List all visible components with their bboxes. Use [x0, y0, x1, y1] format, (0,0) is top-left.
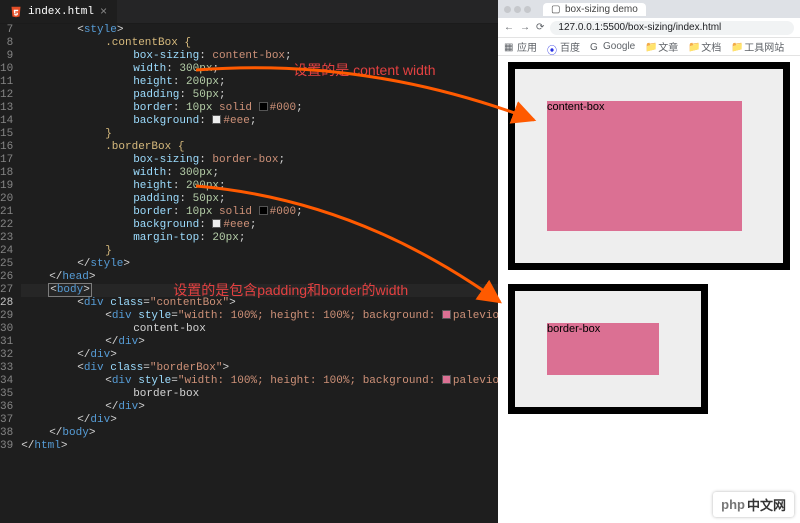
browser-toolbar: ← → ⟳ 127.0.0.1:5500/box-sizing/index.ht… [498, 18, 800, 38]
url-text: 127.0.0.1:5500/box-sizing/index.html [558, 22, 721, 33]
rendered-border-box: border-box [508, 284, 708, 414]
bookmark-wendang[interactable]: 📁 文档 [688, 39, 721, 54]
nav-forward-button[interactable]: → [520, 22, 530, 33]
bookmarks-bar: ▦ 应用 ⦿ 百度 G Google 📁 文章 📁 文档 📁 工具网站 [498, 38, 800, 56]
border-box-label: border-box [547, 323, 659, 375]
close-icon[interactable]: × [100, 5, 107, 19]
folder-icon: 📁 [645, 42, 655, 52]
tab-favicon: ▢ [551, 4, 561, 14]
browser-titlebar: ▢ box-sizing demo [498, 0, 800, 18]
browser-tab[interactable]: ▢ box-sizing demo [543, 3, 646, 16]
browser-viewport: content-box border-box [498, 56, 800, 523]
color-swatch-black [259, 102, 268, 111]
window-controls[interactable] [504, 6, 531, 13]
watermark-badge: php 中文网 [713, 492, 794, 517]
color-swatch-eee [212, 219, 221, 228]
apps-icon: ▦ [504, 42, 514, 52]
bookmark-apps[interactable]: ▦ 应用 [504, 39, 537, 54]
annotation-content-width: 设置的是 content width [293, 64, 435, 77]
folder-icon: 📁 [731, 42, 741, 52]
nav-reload-button[interactable]: ⟳ [536, 22, 544, 33]
watermark-left: php [721, 497, 745, 512]
bookmark-baidu[interactable]: ⦿ 百度 [547, 39, 580, 54]
editor-tab-bar: index.html × [0, 0, 498, 24]
selector-contentbox: .contentBox { [105, 37, 191, 49]
browser-tab-title: box-sizing demo [565, 4, 638, 15]
color-swatch-black [259, 206, 268, 215]
code-content[interactable]: <style> .contentBox { box-sizing: conten… [21, 24, 552, 523]
editor-tab-label: index.html [28, 6, 94, 18]
line-numbers-gutter: 789101112 131415161718 192021222324 2526… [0, 24, 21, 523]
folder-icon: 📁 [688, 42, 698, 52]
color-swatch-eee [212, 115, 221, 124]
selector-borderbox: .borderBox { [105, 141, 184, 153]
nav-back-button[interactable]: ← [504, 22, 514, 33]
rendered-content-box: content-box [508, 62, 790, 270]
browser-window: ▢ box-sizing demo ← → ⟳ 127.0.0.1:5500/b… [498, 0, 800, 523]
bookmark-tools[interactable]: 📁 工具网站 [731, 39, 784, 54]
editor-tab-index-html[interactable]: index.html × [0, 0, 118, 23]
baidu-icon: ⦿ [547, 42, 557, 52]
html-file-icon [10, 6, 22, 18]
content-box-label: content-box [547, 101, 742, 231]
bookmark-wenzhang[interactable]: 📁 文章 [645, 39, 678, 54]
bookmark-google[interactable]: G Google [590, 41, 635, 52]
address-bar[interactable]: 127.0.0.1:5500/box-sizing/index.html [550, 21, 794, 35]
annotation-border-width: 设置的是包含padding和border的width [173, 284, 408, 297]
code-editor: index.html × 789101112 131415161718 1920… [0, 0, 498, 523]
watermark-right: 中文网 [747, 495, 786, 514]
google-icon: G [590, 42, 600, 52]
color-swatch-palevioletred [442, 310, 451, 319]
color-swatch-palevioletred [442, 375, 451, 384]
